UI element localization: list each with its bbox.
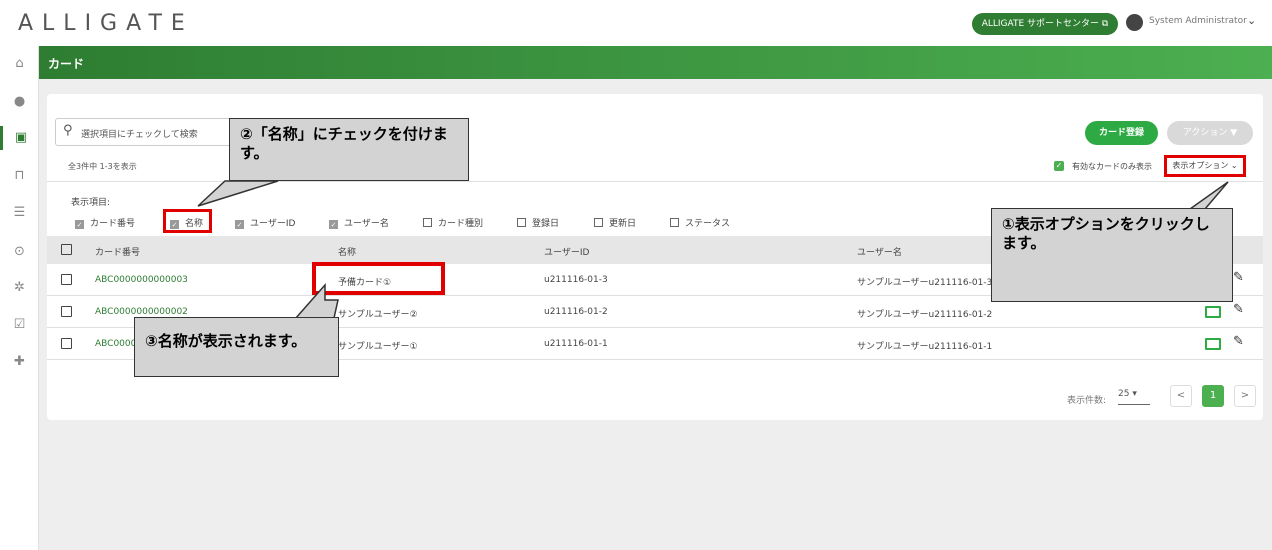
- callout-step1: ①表示オプションをクリックします。: [991, 208, 1233, 302]
- callout-step3: ③名称が表示されます。: [134, 317, 339, 377]
- callout-step2: ②「名称」にチェックを付けます。: [229, 118, 469, 181]
